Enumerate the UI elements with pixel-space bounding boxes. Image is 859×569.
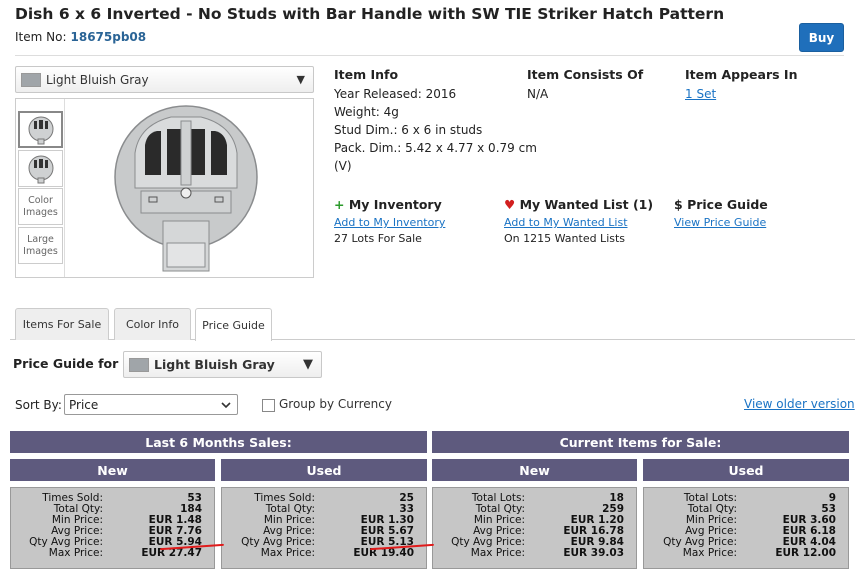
price-guide-color-select[interactable]: Light Bluish Gray ▼ [123, 351, 322, 378]
item-info-line: (V) [334, 159, 352, 173]
dropdown-arrow-icon: ▼ [303, 357, 313, 372]
color-swatch [21, 72, 41, 87]
item-appears: Item Appears In 1 Set [685, 66, 797, 103]
plus-icon: + [334, 197, 345, 212]
view-older-version-link[interactable]: View older version [744, 397, 855, 411]
color-swatch [129, 357, 149, 372]
item-info-line: Weight: 4g [334, 105, 399, 119]
price-guide-for-label: Price Guide for [13, 356, 119, 371]
chevron-down-icon [221, 402, 231, 409]
price-guide-color-value: Light Bluish Gray [154, 357, 275, 372]
stats-row: Max Price: EUR 19.40 [222, 548, 426, 559]
price-guide-box: $ Price Guide View Price Guide [674, 196, 768, 230]
wanted-lists-count: On 1215 Wanted Lists [504, 232, 626, 245]
large-images-link[interactable]: Large Images [18, 227, 63, 264]
current-items-header: Current Items for Sale: [432, 431, 849, 453]
subheader-used: Used [643, 459, 849, 481]
item-consists: Item Consists Of N/A [527, 66, 643, 103]
item-number-label: Item No: [15, 30, 67, 44]
item-info-line: Year Released: 2016 [334, 87, 457, 101]
image-viewer: Color Images Large Images [15, 98, 314, 278]
item-info: Item Info Year Released: 2016 Weight: 4g… [334, 66, 537, 175]
tab-price-guide[interactable]: Price Guide [195, 308, 272, 341]
my-inventory-heading: My Inventory [348, 197, 442, 212]
thumbnail-2[interactable] [18, 150, 63, 187]
item-consists-value: N/A [527, 87, 549, 101]
stats-label: Max Price: [48, 547, 103, 559]
appears-in-link[interactable]: 1 Set [685, 85, 797, 103]
tab-color-info[interactable]: Color Info [114, 308, 191, 340]
stats-row: Max Price: EUR 12.00 [644, 548, 848, 559]
stats-value: EUR 39.03 [563, 547, 624, 559]
sort-by-value: Price [69, 397, 99, 412]
stats-row: Max Price: EUR 39.03 [433, 548, 636, 559]
divider [15, 55, 844, 56]
stats-box: Total Lots: 18 Total Qty: 259 Min Price: EUR … [432, 487, 637, 569]
stats-row: Times Sold: 25 [222, 493, 426, 504]
stats-row: Max Price: EUR 27.47 [11, 548, 214, 559]
page-title: Dish 6 x 6 Inverted - No Studs with Bar … [15, 5, 725, 23]
color-select[interactable]: Light Bluish Gray ▼ [15, 66, 314, 93]
dropdown-arrow-icon: ▼ [296, 73, 305, 86]
group-by-currency-checkbox[interactable] [262, 399, 275, 412]
color-select-value: Light Bluish Gray [46, 72, 149, 87]
tab-items-for-sale[interactable]: Items For Sale [15, 308, 109, 340]
my-wanted-heading: My Wanted List (1) [519, 197, 654, 212]
item-appears-heading: Item Appears In [685, 67, 798, 82]
thumbnail-1[interactable] [18, 111, 63, 148]
part-image [114, 105, 258, 272]
stats-row: Total Lots: 9 [644, 493, 848, 504]
stats-box: Times Sold: 25 Total Qty: 33 Min Price: EUR 1… [221, 487, 427, 569]
dollar-icon: $ [674, 197, 683, 212]
item-info-line: Pack. Dim.: 5.42 x 4.77 x 0.79 cm [334, 141, 537, 155]
item-info-line: Stud Dim.: 6 x 6 in studs [334, 123, 483, 137]
stats-value: EUR 27.47 [141, 547, 202, 559]
lots-for-sale: 27 Lots For Sale [334, 232, 422, 245]
item-info-heading: Item Info [334, 67, 399, 82]
last-6-months-header: Last 6 Months Sales: [10, 431, 427, 453]
item-consists-heading: Item Consists Of [527, 67, 644, 82]
subheader-used: Used [221, 459, 427, 481]
add-wanted-link[interactable]: Add to My Wanted List [504, 215, 653, 230]
my-inventory: + My Inventory Add to My Inventory 27 Lo… [334, 196, 445, 248]
price-guide-heading: Price Guide [687, 197, 768, 212]
subheader-new: New [10, 459, 215, 481]
heart-icon: ♥ [504, 197, 516, 212]
my-wanted: ♥ My Wanted List (1) Add to My Wanted Li… [504, 196, 653, 248]
stats-label: Max Price: [260, 547, 315, 559]
stats-label: Max Price: [470, 547, 525, 559]
buy-button[interactable]: Buy [799, 23, 844, 52]
stats-label: Max Price: [682, 547, 737, 559]
stats-value: EUR 12.00 [775, 547, 836, 559]
item-number: Item No: 18675pb08 [15, 30, 146, 44]
sort-by-label: Sort By: [15, 398, 62, 412]
item-number-value: 18675pb08 [70, 30, 147, 44]
add-inventory-link[interactable]: Add to My Inventory [334, 215, 445, 230]
sort-by-select[interactable]: Price [64, 394, 238, 415]
thumbnail-strip: Color Images Large Images [16, 99, 65, 277]
view-price-guide-link[interactable]: View Price Guide [674, 215, 768, 230]
stats-box: Times Sold: 53 Total Qty: 184 Min Price: EUR … [10, 487, 215, 569]
stats-value: EUR 19.40 [353, 547, 414, 559]
stats-box: Total Lots: 9 Total Qty: 53 Min Price: EUR 3.… [643, 487, 849, 569]
group-by-currency-label: Group by Currency [279, 397, 392, 411]
subheader-new: New [432, 459, 637, 481]
color-images-link[interactable]: Color Images [18, 188, 63, 225]
